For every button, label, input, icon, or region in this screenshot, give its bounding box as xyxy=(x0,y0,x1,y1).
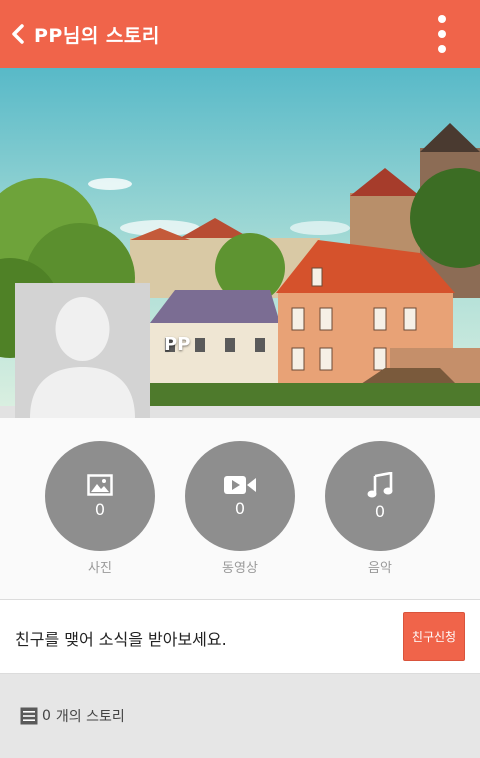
image-icon xyxy=(87,473,113,496)
music-button[interactable]: 0 xyxy=(325,441,435,551)
friend-request-button[interactable]: 친구신청 xyxy=(403,612,465,661)
music-count: 0 xyxy=(374,501,386,521)
story-count-row[interactable]: 0 개의 스토리 xyxy=(20,706,125,726)
music-note-icon xyxy=(367,471,393,497)
media-videos[interactable]: 0 동영상 xyxy=(185,441,295,576)
chevron-left-icon xyxy=(12,24,24,44)
person-silhouette-icon xyxy=(15,283,150,418)
media-summary: 0 사진 0 동영상 0 음악 xyxy=(0,418,480,600)
photos-button[interactable]: 0 xyxy=(45,441,155,551)
story-count: 0 xyxy=(42,708,51,724)
media-photos[interactable]: 0 사진 xyxy=(45,441,155,576)
app-bar: PP님의 스토리 xyxy=(0,0,480,68)
friend-request-row: 친구를 맺어 소식을 받아보세요. 친구신청 xyxy=(0,600,480,674)
videos-label: 동영상 xyxy=(222,561,258,576)
video-icon xyxy=(224,475,256,494)
photos-label: 사진 xyxy=(88,561,112,576)
media-music[interactable]: 0 음악 xyxy=(325,441,435,576)
photos-count: 0 xyxy=(94,499,106,519)
friend-prompt-text: 친구를 맺어 소식을 받아보세요. xyxy=(15,630,227,649)
videos-count: 0 xyxy=(234,498,246,518)
story-count-suffix: 개의 스토리 xyxy=(55,709,125,725)
profile-name: PP xyxy=(164,334,191,355)
dot-icon xyxy=(438,45,446,53)
list-icon xyxy=(20,707,38,725)
avatar[interactable] xyxy=(15,283,150,418)
dot-icon xyxy=(438,30,446,38)
back-button[interactable] xyxy=(2,0,34,68)
dot-icon xyxy=(438,15,446,23)
videos-button[interactable]: 0 xyxy=(185,441,295,551)
overflow-menu-button[interactable] xyxy=(434,15,450,53)
music-label: 음악 xyxy=(368,561,392,576)
page-title: PP님의 스토리 xyxy=(34,24,160,47)
